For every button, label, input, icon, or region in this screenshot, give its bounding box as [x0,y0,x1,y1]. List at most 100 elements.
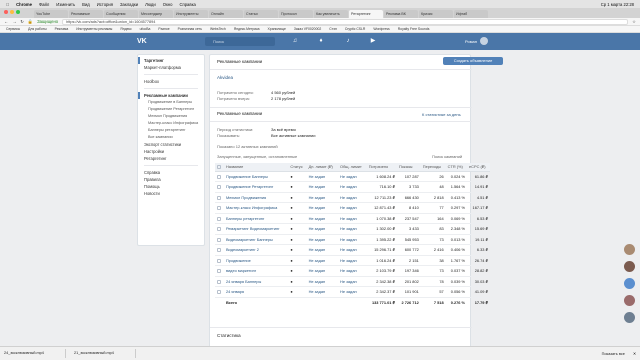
bookmark[interactable]: Яндекс [120,27,131,31]
cell-day-limit[interactable]: Не задан [306,171,339,182]
table-row[interactable]: Мехмол Продвижения ● Не задан Не задан 12 71… [215,192,490,203]
sidebar-item-targeting[interactable]: Таргетинг [138,57,204,64]
sidebar-link-rules[interactable]: Правила [138,176,204,183]
table-row[interactable]: Видеомаркетинг 2 ● Не задан Не задан 15 296.… [215,244,490,256]
menu-help[interactable]: Справка [179,2,195,7]
table-row[interactable]: Ремаркетинг Видеомаркетинг ● Не задан Не за… [215,223,490,235]
tab[interactable]: YouTube [34,10,68,18]
sidebar-campaign-link[interactable]: Мехмол Продвижения [138,113,204,120]
row-checkbox[interactable] [215,171,224,182]
user-name[interactable]: Роман [465,39,477,44]
row-checkbox[interactable] [215,181,224,193]
url-input[interactable]: https://vk.com/ads?act=office&union_id=1… [62,18,629,25]
cell-total-limit[interactable]: Не задан [338,181,367,193]
bookmark[interactable]: Для работы [28,27,47,31]
reload-icon[interactable]: ↻ [20,19,24,24]
vk-search-input[interactable]: Поиск [205,37,275,46]
cabinet-name[interactable]: Akvidea [217,75,233,80]
bookmark[interactable]: WebsTech [210,27,226,31]
cell-campaign-name[interactable]: 24 января Баннеры [223,276,289,287]
row-checkbox[interactable] [215,234,224,245]
cell-campaign-name[interactable]: Мастер-класс Инфографика [223,202,289,214]
bookmark[interactable]: Хранилище [268,27,286,31]
cell-total-limit[interactable]: Не задан [338,286,367,298]
bookmark[interactable]: Wordpress [373,27,389,31]
bookmark[interactable]: Яндекс.Метрика [234,27,260,31]
cell-campaign-name[interactable]: Продвижение [223,255,289,266]
sidebar-link-news[interactable]: Новости [138,190,204,197]
tab[interactable]: Рекламные [69,10,103,18]
cell-total-limit[interactable]: Не задан [338,276,367,287]
table-row[interactable]: 24 января ● Не задан Не задан 2 342.37 ₽101 … [215,286,490,298]
menu-people[interactable]: Люди [145,2,156,7]
cell-day-limit[interactable]: Не задан [306,181,339,193]
minimize-window-icon[interactable] [10,10,14,14]
row-checkbox[interactable] [215,265,224,277]
bookmark[interactable]: Розничная сеть [178,27,202,31]
table-row[interactable]: 24 января Баннеры ● Не задан Не задан 2 342.… [215,276,490,287]
row-checkbox[interactable] [215,276,224,287]
bookmark[interactable]: Реклама [55,27,69,31]
cell-total-limit[interactable]: Не задан [338,192,367,203]
cell-campaign-name[interactable]: Видеомаркетинг Баннеры [223,234,289,245]
table-row[interactable]: Продвижение Ретаргетинг ● Не задан Не задан… [215,181,490,193]
vk-logo[interactable]: VK [137,37,150,46]
col-total-limit[interactable]: Общ. лимит [338,163,367,172]
sidebar-item-settings[interactable]: Настройки [138,148,204,155]
sidebar-all-campaigns[interactable]: Все кампании [138,134,204,141]
cell-total-limit[interactable]: Не задан [338,223,367,235]
row-checkbox[interactable] [215,223,224,235]
cell-day-limit[interactable]: Не задан [306,276,339,287]
stats-link[interactable]: К статистике за день [422,112,461,117]
cell-campaign-name[interactable]: Баннеры ретаргетинг [223,213,289,224]
campaign-search-input[interactable]: Поиск кампаний [432,154,462,159]
cell-day-limit[interactable]: Не задан [306,286,339,298]
avatar[interactable] [624,295,635,306]
menu-edit[interactable]: Изменить [56,2,75,7]
sidebar-item-market[interactable]: Маркет-платформа [138,64,204,71]
tab[interactable]: Реклама ВК [384,10,418,18]
music-icon[interactable]: ♪ [345,38,351,44]
menu-view[interactable]: Вид [82,2,90,7]
cell-campaign-name[interactable]: 24 января [223,286,289,298]
col-status[interactable]: Статус [288,163,307,172]
menu-history[interactable]: История [97,2,113,7]
close-window-icon[interactable] [4,10,8,14]
table-row[interactable]: Продвижение ● Не задан Не задан 1 016.24 ₽2 … [215,255,490,266]
status-filter[interactable]: Запущенные, запущенные, остановленные [217,154,297,159]
bookmark[interactable]: Разное [158,27,169,31]
tab[interactable]: Ифтаб [454,10,488,18]
tab[interactable]: Протокол [279,10,313,18]
cell-total-limit[interactable]: Не задан [338,265,367,277]
col-spent[interactable]: Потрачено [366,163,397,172]
row-checkbox[interactable] [215,255,224,266]
sidebar-campaign-link[interactable]: Мастер-класс Инфографика [138,120,204,127]
cell-total-limit[interactable]: Не задан [338,234,367,245]
avatar[interactable] [624,278,635,289]
sidebar-item-hoolbox[interactable]: Hoolbox [138,78,204,85]
tab[interactable]: Сообщения [104,10,138,18]
table-row[interactable]: видео маркетинг ● Не задан Не задан 2 103.79… [215,265,490,277]
apple-icon[interactable]:  [6,2,9,7]
sidebar-campaign-link[interactable]: Продвижение в Баннеры [138,99,204,106]
row-checkbox[interactable] [215,202,224,214]
row-checkbox[interactable] [215,192,224,203]
cell-day-limit[interactable]: Не задан [306,223,339,235]
row-checkbox[interactable] [215,286,224,298]
col-ecpc[interactable]: eCPC (₽) [467,163,490,172]
cell-total-limit[interactable]: Не задан [338,171,367,182]
header-checkbox[interactable] [215,163,224,172]
row-checkbox[interactable] [215,213,224,224]
table-row[interactable]: Мастер-класс Инфографика ● Не задан Не зада… [215,202,490,214]
col-ctr[interactable]: CTR (%) [445,163,468,172]
col-name[interactable]: Название [223,163,289,172]
cell-total-limit[interactable]: Не задан [338,255,367,266]
cell-campaign-name[interactable]: Продвижение Ретаргетинг [223,181,289,193]
forward-icon[interactable]: → [12,19,16,24]
col-day-limit[interactable]: Дн. лимит (₽) [306,163,339,172]
cell-day-limit[interactable]: Не задан [306,213,339,224]
notifications-icon[interactable]: ♫ [292,38,298,44]
tab[interactable]: Как увеличить [314,10,348,18]
bookmark[interactable]: Сервисы [6,27,20,31]
close-icon[interactable]: ✕ [633,351,636,356]
